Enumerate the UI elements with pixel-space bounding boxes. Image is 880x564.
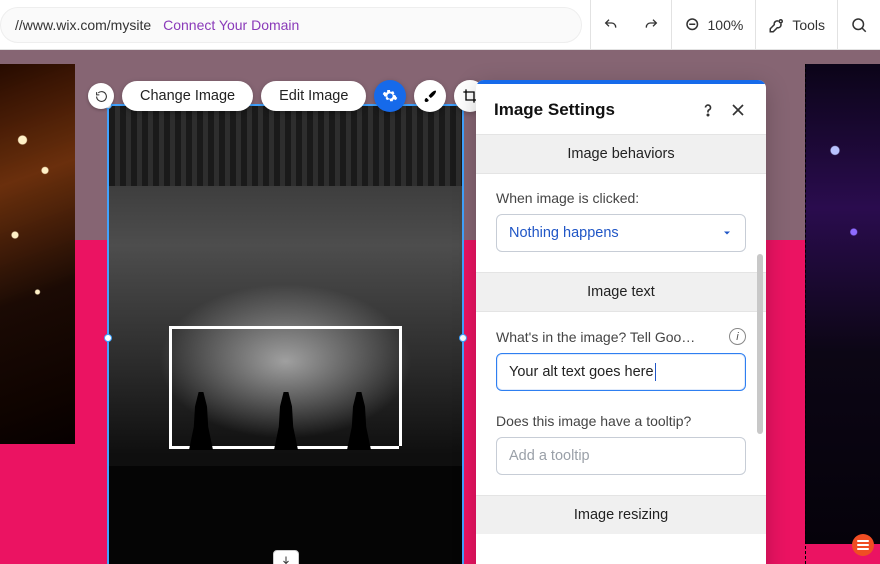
info-icon[interactable]: i: [729, 328, 746, 345]
brush-icon: [422, 88, 438, 104]
change-image-button[interactable]: Change Image: [122, 81, 253, 111]
settings-button[interactable]: [374, 80, 406, 112]
background-image-right[interactable]: [805, 64, 880, 544]
undo-icon: [603, 17, 619, 33]
tooltip-label: Does this image have a tooltip?: [496, 413, 746, 429]
silhouette: [274, 392, 298, 450]
tools-menu[interactable]: Tools: [756, 0, 837, 50]
section-text: What's in the image? Tell Goo… i Your al…: [476, 312, 766, 495]
section-title-behaviors: Image behaviors: [476, 134, 766, 174]
url-bar[interactable]: //www.wix.com/mysite Connect Your Domain: [0, 7, 582, 43]
selected-image[interactable]: [109, 106, 462, 564]
tools-label: Tools: [792, 17, 825, 33]
alt-text-input[interactable]: Your alt text goes here: [496, 353, 746, 391]
undo-button[interactable]: [591, 0, 631, 50]
editor-topbar: //www.wix.com/mysite Connect Your Domain…: [0, 0, 880, 50]
image-settings-panel: Image Settings Image behaviors When imag…: [476, 80, 766, 564]
section-title-resizing: Image resizing: [476, 495, 766, 534]
site-url: //www.wix.com/mysite: [15, 17, 151, 33]
background-image-left[interactable]: [0, 64, 75, 444]
spotify-icon[interactable]: [852, 534, 874, 556]
zoom-out-icon: [684, 16, 702, 34]
redo-button[interactable]: [631, 0, 671, 50]
resize-handle-w[interactable]: [104, 334, 112, 342]
tooltip-input[interactable]: Add a tooltip: [496, 437, 746, 475]
help-icon: [698, 100, 718, 120]
silhouette: [189, 392, 213, 450]
section-title-text: Image text: [476, 272, 766, 312]
section-behaviors: When image is clicked: Nothing happens: [476, 174, 766, 272]
selected-image-frame[interactable]: [107, 104, 464, 564]
search-button[interactable]: [838, 0, 880, 50]
panel-header: Image Settings: [476, 84, 766, 134]
vertical-guide: [805, 64, 806, 564]
search-icon: [850, 16, 868, 34]
resize-handle-e[interactable]: [459, 334, 467, 342]
close-icon: [728, 100, 748, 120]
dropdown-value: Nothing happens: [509, 225, 619, 241]
click-behavior-label: When image is clicked:: [496, 190, 746, 206]
panel-title: Image Settings: [494, 100, 688, 120]
text-caret: [655, 363, 656, 381]
editor-canvas[interactable]: Change Image Edit Image Image Settings I…: [0, 50, 880, 564]
zoom-control[interactable]: 100%: [672, 0, 756, 50]
silhouette: [347, 392, 371, 450]
element-history-button[interactable]: [88, 83, 114, 109]
tools-icon: [768, 16, 786, 34]
filters-button[interactable]: [414, 80, 446, 112]
help-button[interactable]: [698, 100, 718, 120]
element-toolbar: Change Image Edit Image: [88, 80, 486, 112]
click-behavior-dropdown[interactable]: Nothing happens: [496, 214, 746, 252]
download-icon: [280, 555, 292, 564]
edit-image-button[interactable]: Edit Image: [261, 81, 366, 111]
close-button[interactable]: [728, 100, 748, 120]
redo-icon: [643, 17, 659, 33]
gear-icon: [382, 88, 398, 104]
alt-text-label: What's in the image? Tell Goo… i: [496, 328, 746, 345]
panel-body: Image behaviors When image is clicked: N…: [476, 134, 766, 564]
tooltip-placeholder: Add a tooltip: [509, 448, 590, 464]
alt-text-label-text: What's in the image? Tell Goo…: [496, 329, 695, 345]
scrollbar-thumb[interactable]: [757, 254, 763, 434]
chevron-down-icon: [721, 227, 733, 239]
download-image-button[interactable]: [273, 550, 299, 564]
connect-domain-link[interactable]: Connect Your Domain: [163, 17, 299, 33]
zoom-label: 100%: [708, 17, 744, 33]
alt-text-value: Your alt text goes here: [509, 364, 654, 380]
history-icon: [95, 90, 108, 103]
